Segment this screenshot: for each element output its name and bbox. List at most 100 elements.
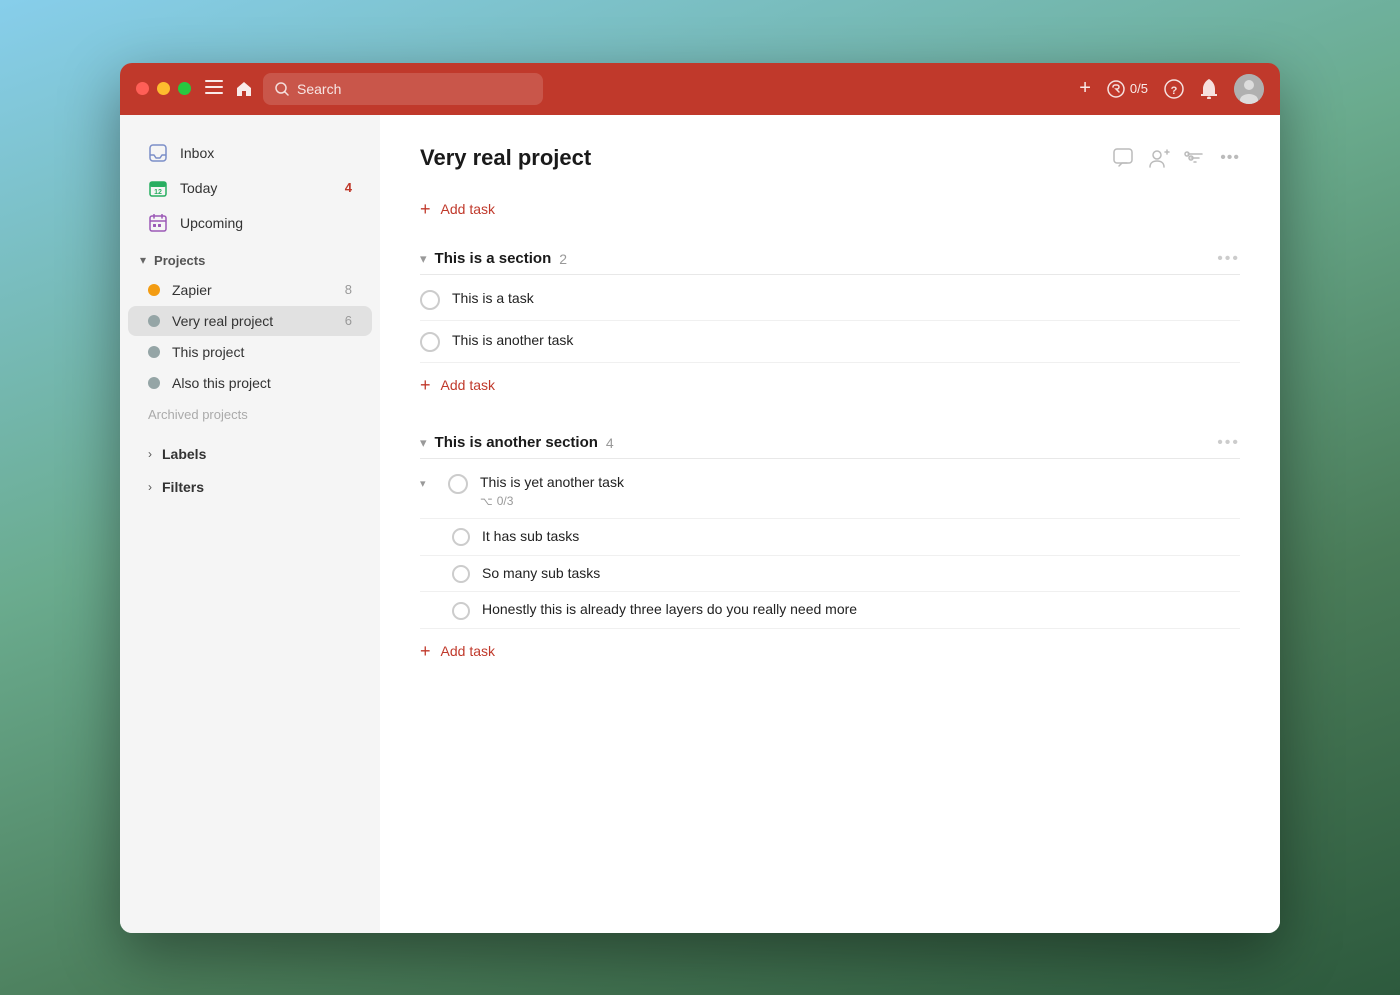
project-dot-very-real <box>148 315 160 327</box>
section-1-chevron-icon[interactable]: ▾ <box>420 251 427 267</box>
section-2-add-label: Add task <box>441 643 495 659</box>
section-1-header: ▾ This is a section 2 ••• <box>420 244 1240 275</box>
add-task-top-button[interactable]: + Add task <box>420 191 1240 228</box>
task-2-checkbox[interactable] <box>420 332 440 352</box>
project-item-also-this[interactable]: Also this project <box>128 368 372 398</box>
today-icon: 12 <box>148 178 168 198</box>
task-row-2: This is another task <box>420 321 1240 363</box>
task-row-3: ▾ This is yet another task ⌥ 0/3 <box>420 463 1240 520</box>
project-item-zapier[interactable]: Zapier 8 <box>128 275 372 305</box>
project-dot-zapier <box>148 284 160 296</box>
subtask-1-checkbox[interactable] <box>452 528 470 546</box>
subtask-row-1: It has sub tasks <box>420 519 1240 556</box>
section-2-more-icon[interactable]: ••• <box>1217 434 1240 452</box>
project-label-very-real: Very real project <box>172 313 333 329</box>
add-task-plus-icon: + <box>420 199 431 220</box>
karma-badge[interactable]: 0/5 <box>1107 80 1148 98</box>
task-row-1: This is a task <box>420 279 1240 321</box>
project-label-this-project: This project <box>172 344 352 360</box>
main-content: Inbox 12 Today 4 <box>120 115 1280 933</box>
subtask-row-3: Honestly this is already three layers do… <box>420 592 1240 629</box>
title-bar-right: + 0/5 ? <box>1079 74 1264 104</box>
section-2-add-task-button[interactable]: + Add task <box>420 633 1240 670</box>
subtask-3-text: Honestly this is already three layers do… <box>482 600 1240 620</box>
svg-text:?: ? <box>1171 85 1178 97</box>
project-dot-also-this <box>148 377 160 389</box>
svg-text:12: 12 <box>154 189 162 196</box>
traffic-lights <box>136 82 191 95</box>
search-label: Search <box>297 81 341 97</box>
section-1-add-task-button[interactable]: + Add task <box>420 367 1240 404</box>
close-button[interactable] <box>136 82 149 95</box>
task-3-text: This is yet another task <box>480 473 1240 493</box>
archived-projects-label[interactable]: Archived projects <box>128 399 380 430</box>
add-task-top-label: Add task <box>441 201 495 217</box>
maximize-button[interactable] <box>178 82 191 95</box>
labels-header[interactable]: › Labels <box>128 438 372 470</box>
section-2: ▾ This is another section 4 ••• ▾ This i… <box>420 428 1240 670</box>
more-options-icon[interactable]: ••• <box>1220 149 1240 167</box>
subtask-row-2: So many sub tasks <box>420 556 1240 593</box>
section-1-more-icon[interactable]: ••• <box>1217 250 1240 268</box>
minimize-button[interactable] <box>157 82 170 95</box>
filters-label: Filters <box>162 479 204 495</box>
today-badge: 4 <box>345 180 352 195</box>
karma-label: 0/5 <box>1130 81 1148 96</box>
labels-chevron-icon: › <box>148 447 152 461</box>
section-1-add-label: Add task <box>441 377 495 393</box>
filters-chevron-icon: › <box>148 480 152 494</box>
sidebar-item-today[interactable]: 12 Today 4 <box>128 171 372 205</box>
subtask-3-checkbox[interactable] <box>452 602 470 620</box>
bell-icon[interactable] <box>1200 79 1218 99</box>
section-1: ▾ This is a section 2 ••• This is a task… <box>420 244 1240 404</box>
project-dot-this-project <box>148 346 160 358</box>
project-count-very-real: 6 <box>345 313 352 328</box>
section-1-add-plus-icon: + <box>420 375 431 396</box>
task-3-subtask-meta: ⌥ 0/3 <box>480 494 1240 508</box>
project-actions: ••• <box>1112 147 1240 169</box>
project-header: Very real project <box>420 145 1240 171</box>
upcoming-label: Upcoming <box>180 215 352 231</box>
title-bar: Search + 0/5 ? <box>120 63 1280 115</box>
add-person-icon[interactable] <box>1148 147 1170 169</box>
menu-icon[interactable] <box>205 80 223 98</box>
task-3-subtask-count: 0/3 <box>497 494 514 508</box>
subtask-1-text: It has sub tasks <box>482 527 1240 547</box>
title-bar-icons <box>205 80 253 98</box>
projects-label: Projects <box>154 253 205 268</box>
section-2-add-plus-icon: + <box>420 641 431 662</box>
avatar[interactable] <box>1234 74 1264 104</box>
app-window: Search + 0/5 ? <box>120 63 1280 933</box>
project-item-this-project[interactable]: This project <box>128 337 372 367</box>
sidebar-item-upcoming[interactable]: Upcoming <box>128 206 372 240</box>
labels-section: › Labels › Filters <box>120 438 380 503</box>
karma-icon <box>1107 80 1125 98</box>
search-box[interactable]: Search <box>263 73 543 105</box>
task-3-checkbox[interactable] <box>448 474 468 494</box>
task-3-content: This is yet another task ⌥ 0/3 <box>480 473 1240 509</box>
home-icon[interactable] <box>235 80 253 98</box>
comment-icon[interactable] <box>1112 147 1134 169</box>
task-3-expand-chevron[interactable]: ▾ <box>420 477 436 490</box>
subtask-2-checkbox[interactable] <box>452 565 470 583</box>
task-row-3-container: ▾ This is yet another task ⌥ 0/3 It ha <box>420 463 1240 629</box>
main-panel: Very real project <box>380 115 1280 933</box>
section-2-header: ▾ This is another section 4 ••• <box>420 428 1240 459</box>
inbox-icon <box>148 143 168 163</box>
task-1-checkbox[interactable] <box>420 290 440 310</box>
add-task-button[interactable]: + <box>1079 77 1091 100</box>
section-2-count: 4 <box>606 435 614 451</box>
filter-icon[interactable] <box>1184 147 1206 169</box>
task-1-text: This is a task <box>452 289 1240 309</box>
section-2-chevron-icon[interactable]: ▾ <box>420 435 427 451</box>
sidebar-item-inbox[interactable]: Inbox <box>128 136 372 170</box>
labels-label: Labels <box>162 446 206 462</box>
projects-section-header[interactable]: ▾ Projects <box>120 241 380 274</box>
project-item-very-real[interactable]: Very real project 6 <box>128 306 372 336</box>
project-label-also-this: Also this project <box>172 375 352 391</box>
section-1-count: 2 <box>559 251 567 267</box>
sidebar: Inbox 12 Today 4 <box>120 115 380 933</box>
help-icon[interactable]: ? <box>1164 79 1184 99</box>
project-label-zapier: Zapier <box>172 282 333 298</box>
filters-header[interactable]: › Filters <box>128 471 372 503</box>
